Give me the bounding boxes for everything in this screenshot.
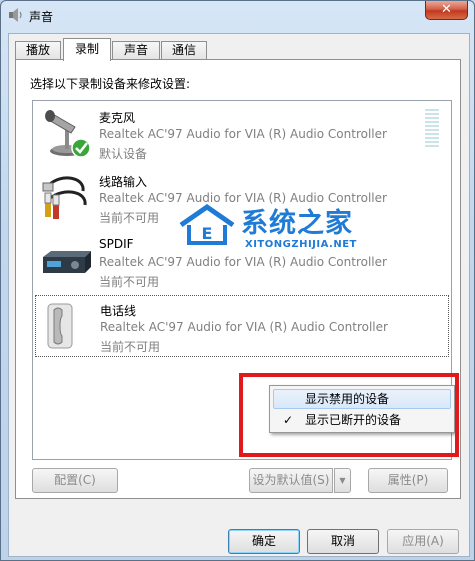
set-default-dropdown-arrow[interactable]: ▼ [334, 468, 351, 493]
device-driver: Realtek AC'97 Audio for VIA (R) Audio Co… [99, 127, 387, 141]
device-name: 电话线 [100, 304, 137, 318]
cancel-button[interactable]: 取消 [307, 529, 379, 554]
window-title: 声音 [29, 10, 54, 24]
ok-button[interactable]: 确定 [228, 529, 300, 554]
spdif-device-icon [43, 251, 91, 273]
device-name: SPDIF [99, 237, 134, 251]
tab-sounds[interactable]: 声音 [112, 41, 160, 60]
dialog-client: 播放 录制 声音 通信 选择以下录制设备来修改设置: 麦克风 Realtek A… [8, 33, 470, 557]
apply-button[interactable]: 应用(A) [387, 529, 459, 554]
house-logo-icon: E [179, 203, 235, 245]
instruction-text: 选择以下录制设备来修改设置: [30, 77, 191, 91]
line-in-cable-icon [42, 176, 87, 219]
device-status: 当前不可用 [100, 340, 161, 354]
close-button[interactable]: ✕ [425, 1, 468, 20]
configure-button[interactable]: 配置(C) [32, 468, 118, 493]
svg-text:E: E [202, 224, 213, 243]
site-watermark: E 系统之家 XITONGZHIJIA.NET [177, 199, 385, 255]
tab-communications[interactable]: 通信 [161, 41, 207, 60]
device-name: 线路输入 [99, 175, 148, 189]
device-status: 当前不可用 [99, 211, 160, 225]
device-status: 当前不可用 [99, 275, 160, 289]
device-name: 麦克风 [99, 111, 136, 125]
watermark-url: XITONGZHIJIA.NET [245, 239, 357, 250]
device-driver: Realtek AC'97 Audio for VIA (R) Audio Co… [100, 320, 388, 334]
annotation-highlight-box [239, 373, 459, 457]
device-item-telephone[interactable]: 电话线 Realtek AC'97 Audio for VIA (R) Audi… [35, 295, 449, 357]
speaker-icon [9, 8, 22, 22]
set-default-button[interactable]: 设为默认值(S) [249, 468, 333, 493]
device-driver: Realtek AC'97 Audio for VIA (R) Audio Co… [99, 255, 387, 269]
microphone-icon [45, 110, 91, 158]
level-meter [425, 109, 439, 149]
properties-button[interactable]: 属性(P) [368, 468, 448, 493]
tab-playback[interactable]: 播放 [15, 41, 61, 60]
telephone-handset-icon [47, 303, 73, 349]
sound-dialog: 声音 ✕ 播放 录制 声音 通信 选择以下录制设备来修改设置: 麦克风 Real… [0, 0, 475, 561]
device-status: 默认设备 [99, 147, 148, 161]
title-bar[interactable]: 声音 ✕ [1, 1, 474, 31]
device-item-microphone[interactable]: 麦克风 Realtek AC'97 Audio for VIA (R) Audi… [35, 103, 449, 165]
watermark-title: 系统之家 [241, 208, 353, 239]
tab-recording[interactable]: 录制 [63, 38, 111, 61]
